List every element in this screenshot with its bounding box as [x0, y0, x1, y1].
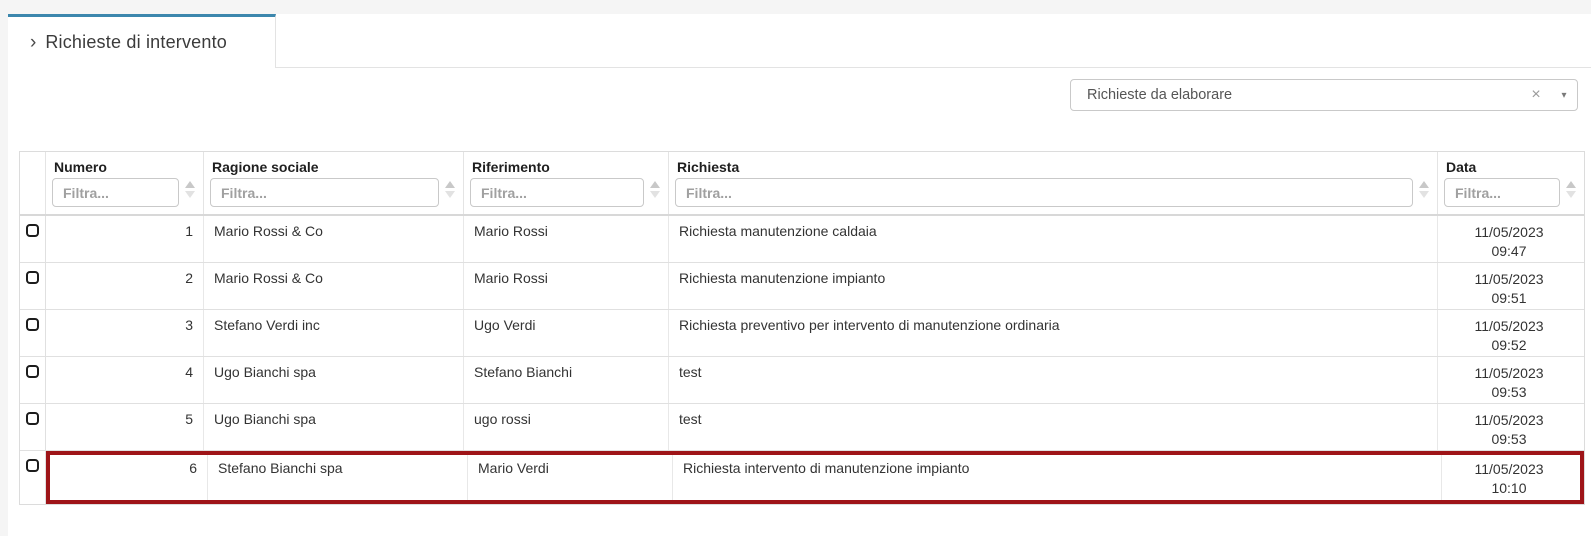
cell-riferimento: Ugo Verdi [464, 310, 669, 356]
row-checkbox[interactable] [26, 224, 39, 237]
cell-riferimento: ugo rossi [464, 404, 669, 450]
column-label[interactable]: Numero [52, 157, 197, 178]
cell-data: 11/05/2023 10:10 [1442, 455, 1580, 500]
sort-arrows-icon[interactable] [1566, 181, 1576, 198]
row-checkbox[interactable] [26, 459, 39, 472]
sort-arrows-icon[interactable] [185, 181, 195, 198]
row-select-cell [20, 451, 46, 504]
row-select-cell [20, 404, 46, 450]
sort-arrows-icon[interactable] [1419, 181, 1429, 198]
column-header-numero: Numero [46, 152, 204, 214]
column-header-data: Data [1438, 152, 1584, 214]
cell-time: 10:10 [1442, 479, 1576, 498]
sort-arrows-icon[interactable] [650, 181, 660, 198]
cell-numero: 6 [50, 455, 208, 500]
cell-riferimento: Stefano Bianchi [464, 357, 669, 403]
cell-ragione-sociale: Stefano Bianchi spa [208, 455, 468, 500]
column-label[interactable]: Riferimento [470, 157, 662, 178]
requests-table: Numero Ragione sociale Riferimento Richi… [19, 151, 1585, 505]
cell-riferimento: Mario Verdi [468, 455, 673, 500]
cell-data: 11/05/2023 09:53 [1438, 357, 1584, 403]
cell-ragione-sociale: Ugo Bianchi spa [204, 357, 464, 403]
cell-richiesta: Richiesta preventivo per intervento di m… [669, 310, 1438, 356]
cell-richiesta: Richiesta manutenzione impianto [669, 263, 1438, 309]
table-row[interactable]: 4 Ugo Bianchi spa Stefano Bianchi test 1… [20, 357, 1584, 404]
filter-input-richiesta[interactable] [675, 178, 1413, 207]
select-column-header [20, 152, 46, 214]
cell-data: 11/05/2023 09:47 [1438, 216, 1584, 262]
toolbar: Richieste da elaborare × ▾ [0, 68, 1591, 111]
table-row[interactable]: 5 Ugo Bianchi spa ugo rossi test 11/05/2… [20, 404, 1584, 451]
status-filter-dropdown[interactable]: Richieste da elaborare × ▾ [1070, 79, 1578, 111]
cell-ragione-sociale: Mario Rossi & Co [204, 263, 464, 309]
filter-input-data[interactable] [1444, 178, 1560, 207]
column-header-riferimento: Riferimento [464, 152, 669, 214]
column-label[interactable]: Richiesta [675, 157, 1431, 178]
cell-numero: 2 [46, 263, 204, 309]
table-row[interactable]: 2 Mario Rossi & Co Mario Rossi Richiesta… [20, 263, 1584, 310]
chevron-down-icon[interactable]: ▾ [1551, 90, 1577, 101]
cell-richiesta: Richiesta intervento di manutenzione imp… [673, 455, 1442, 500]
cell-data: 11/05/2023 09:53 [1438, 404, 1584, 450]
cell-numero: 5 [46, 404, 204, 450]
filter-input-numero[interactable] [52, 178, 179, 207]
cell-date: 11/05/2023 [1438, 364, 1580, 383]
cell-time: 09:53 [1438, 430, 1580, 449]
cell-riferimento: Mario Rossi [464, 216, 669, 262]
clear-selection-icon[interactable]: × [1521, 86, 1551, 104]
cell-numero: 3 [46, 310, 204, 356]
tab-richieste-di-intervento[interactable]: › Richieste di intervento [8, 14, 276, 68]
dropdown-selected-value: Richieste da elaborare [1071, 87, 1521, 103]
cell-date: 11/05/2023 [1442, 460, 1576, 479]
row-checkbox[interactable] [26, 365, 39, 378]
cell-date: 11/05/2023 [1438, 317, 1580, 336]
cell-date: 11/05/2023 [1438, 411, 1580, 430]
sort-arrows-icon[interactable] [445, 181, 455, 198]
cell-richiesta: Richiesta manutenzione caldaia [669, 216, 1438, 262]
cell-riferimento: Mario Rossi [464, 263, 669, 309]
column-header-ragione-sociale: Ragione sociale [204, 152, 464, 214]
column-header-richiesta: Richiesta [669, 152, 1438, 214]
cell-time: 09:52 [1438, 336, 1580, 355]
cell-ragione-sociale: Mario Rossi & Co [204, 216, 464, 262]
cell-richiesta: test [669, 404, 1438, 450]
page-top-strip [0, 0, 1591, 14]
row-checkbox[interactable] [26, 412, 39, 425]
highlight-border: 6 Stefano Bianchi spa Mario Verdi Richie… [46, 451, 1584, 504]
cell-numero: 1 [46, 216, 204, 262]
row-select-cell [20, 216, 46, 262]
tab-bar-filler [276, 14, 1591, 68]
chevron-right-icon: › [30, 33, 36, 52]
page-left-gutter [0, 0, 8, 536]
cell-date: 11/05/2023 [1438, 223, 1580, 242]
tab-bar: › Richieste di intervento [8, 14, 1591, 68]
cell-data: 11/05/2023 09:52 [1438, 310, 1584, 356]
row-select-cell [20, 263, 46, 309]
cell-ragione-sociale: Ugo Bianchi spa [204, 404, 464, 450]
filter-input-ragione-sociale[interactable] [210, 178, 439, 207]
filter-input-riferimento[interactable] [470, 178, 644, 207]
row-checkbox[interactable] [26, 318, 39, 331]
tab-title: Richieste di intervento [45, 32, 227, 53]
row-select-cell [20, 310, 46, 356]
cell-richiesta: test [669, 357, 1438, 403]
cell-time: 09:53 [1438, 383, 1580, 402]
cell-numero: 4 [46, 357, 204, 403]
cell-date: 11/05/2023 [1438, 270, 1580, 289]
table-header-row: Numero Ragione sociale Riferimento Richi… [20, 152, 1584, 216]
column-label[interactable]: Ragione sociale [210, 157, 457, 178]
table-row-highlighted[interactable]: 6 Stefano Bianchi spa Mario Verdi Richie… [20, 451, 1584, 504]
table-row[interactable]: 3 Stefano Verdi inc Ugo Verdi Richiesta … [20, 310, 1584, 357]
cell-time: 09:51 [1438, 289, 1580, 308]
cell-ragione-sociale: Stefano Verdi inc [204, 310, 464, 356]
row-select-cell [20, 357, 46, 403]
table-row[interactable]: 1 Mario Rossi & Co Mario Rossi Richiesta… [20, 216, 1584, 263]
column-label[interactable]: Data [1444, 157, 1578, 178]
row-checkbox[interactable] [26, 271, 39, 284]
cell-data: 11/05/2023 09:51 [1438, 263, 1584, 309]
cell-time: 09:47 [1438, 242, 1580, 261]
